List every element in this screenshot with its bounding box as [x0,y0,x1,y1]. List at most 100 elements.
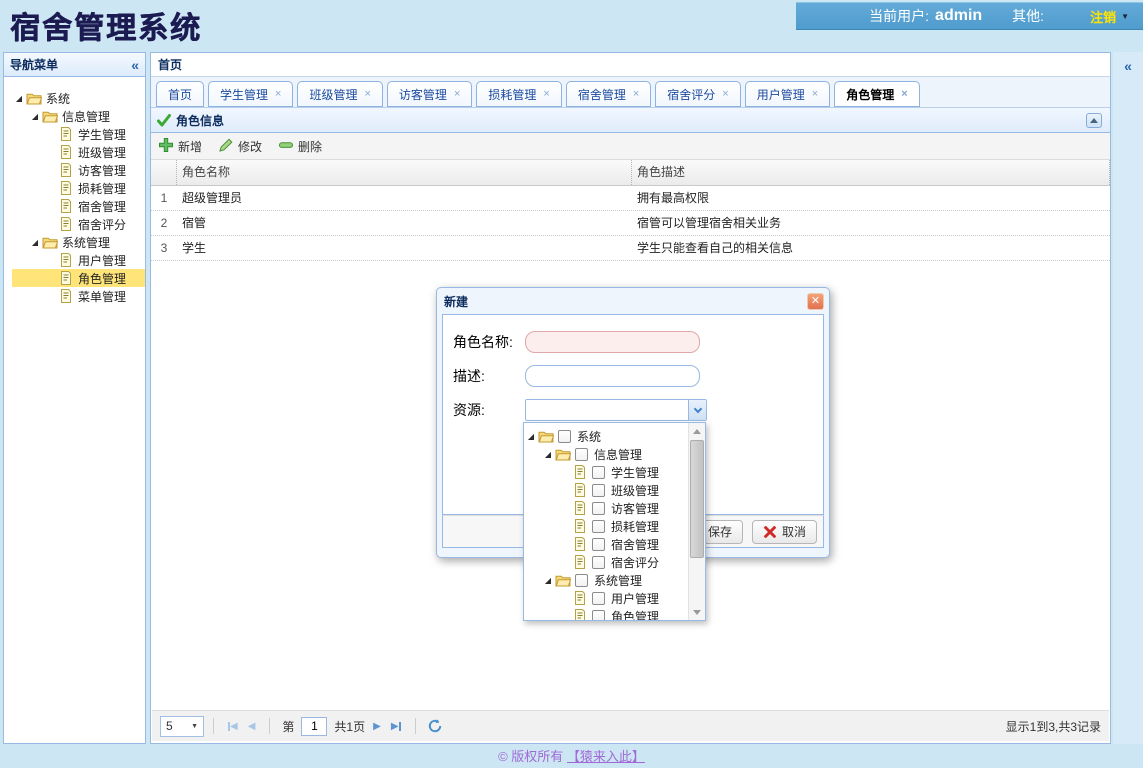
tree-node-系统[interactable]: ◢系统 [524,427,705,445]
tab-close-icon[interactable]: × [633,88,639,100]
tab-角色管理[interactable]: 角色管理 × [834,81,919,107]
cell-role-desc: 学生只能查看自己的相关信息 [632,236,1110,260]
node-checkbox[interactable] [592,466,605,479]
column-role-name[interactable]: 角色名称 [177,160,632,185]
tree-node-学生管理[interactable]: 学生管理 [12,125,145,143]
role-name-input[interactable] [525,331,700,353]
caret-expanded-icon[interactable]: ◢ [28,238,42,247]
table-row[interactable]: 1超级管理员拥有最高权限 [151,186,1110,211]
combo-arrow-icon[interactable] [688,400,706,420]
sidebar-collapse-icon[interactable]: « [131,57,139,73]
refresh-icon[interactable] [427,718,443,734]
column-role-desc[interactable]: 角色描述 [632,160,1110,185]
tree-node-损耗管理[interactable]: 损耗管理 [12,179,145,197]
node-checkbox[interactable] [592,556,605,569]
node-checkbox[interactable] [592,484,605,497]
tree-node-用户管理[interactable]: 用户管理 [524,589,705,607]
tab-close-icon[interactable]: × [901,88,907,100]
tab-首页[interactable]: 首页 [156,81,204,107]
tab-close-icon[interactable]: × [722,88,728,100]
node-checkbox[interactable] [575,574,588,587]
tree-node-角色管理[interactable]: 角色管理 [12,269,145,287]
footer-link[interactable]: 【猿来入此】 [567,749,645,764]
tab-close-icon[interactable]: × [275,88,281,100]
resource-dropdown-panel: ◢系统◢信息管理学生管理班级管理访客管理损耗管理宿舍管理宿舍评分◢系统管理用户管… [523,422,706,621]
form-row-role-name: 角色名称: [453,331,700,353]
tree-node-系统管理[interactable]: ◢系统管理 [524,571,705,589]
caret-expanded-icon[interactable]: ◢ [541,576,555,585]
doc-icon [572,590,590,606]
logout-dropdown-icon[interactable]: ▼ [1121,12,1129,21]
tab-用户管理[interactable]: 用户管理× [745,81,830,107]
tree-node-系统管理[interactable]: ◢系统管理 [12,233,145,251]
修改-button[interactable]: 修改 [218,137,262,156]
tree-node-损耗管理[interactable]: 损耗管理 [524,517,705,535]
tree-node-菜单管理[interactable]: 菜单管理 [12,287,145,305]
node-checkbox[interactable] [558,430,571,443]
node-checkbox[interactable] [592,538,605,551]
next-page-button[interactable]: ▶ [373,721,381,732]
tab-宿舍评分[interactable]: 宿舍评分× [655,81,740,107]
dialog-header[interactable]: 新建 ✕ [442,288,824,314]
page-number-input[interactable] [301,717,327,736]
tree-node-系统[interactable]: ◢ 系统 [12,89,145,107]
doc-icon [572,464,590,480]
tree-node-班级管理[interactable]: 班级管理 [12,143,145,161]
tree-node-用户管理[interactable]: 用户管理 [12,251,145,269]
tree-node-角色管理[interactable]: 角色管理 [524,607,705,621]
tab-损耗管理[interactable]: 损耗管理× [476,81,561,107]
east-collapse-icon[interactable]: « [1113,58,1143,74]
dropdown-scrollbar[interactable] [688,423,705,620]
sidebar-title: 导航菜单 [10,56,58,73]
caret-expanded-icon[interactable]: ◢ [28,112,42,121]
cancel-button[interactable]: 取消 [752,520,817,544]
tree-node-label: 系统 [44,90,70,107]
caret-expanded-icon[interactable]: ◢ [12,94,26,103]
node-checkbox[interactable] [575,448,588,461]
dialog-close-icon[interactable]: ✕ [807,293,824,310]
last-page-button[interactable]: ▶ [391,721,401,732]
description-input[interactable] [525,365,700,387]
logout-button[interactable]: 注销 [1090,7,1116,26]
first-page-button[interactable]: ◀ [228,721,238,732]
node-checkbox[interactable] [592,592,605,605]
scroll-up-icon[interactable] [689,423,705,439]
tab-close-icon[interactable]: × [543,88,549,100]
caret-expanded-icon[interactable]: ◢ [524,432,538,441]
tree-node-学生管理[interactable]: 学生管理 [524,463,705,481]
doc-icon [572,554,590,570]
tree-node-宿舍管理[interactable]: 宿舍管理 [12,197,145,215]
node-checkbox[interactable] [592,502,605,515]
table-row[interactable]: 2宿管宿管可以管理宿舍相关业务 [151,211,1110,236]
node-checkbox[interactable] [592,520,605,533]
table-row[interactable]: 3学生学生只能查看自己的相关信息 [151,236,1110,261]
page-size-select[interactable]: 5 ▼ [160,716,204,737]
tree-node-宿舍管理[interactable]: 宿舍管理 [524,535,705,553]
tree-node-信息管理[interactable]: ◢信息管理 [524,445,705,463]
tab-学生管理[interactable]: 学生管理× [208,81,293,107]
prev-page-button[interactable]: ◀ [248,721,256,732]
tree-node-宿舍评分[interactable]: 宿舍评分 [12,215,145,233]
tab-宿舍管理[interactable]: 宿舍管理× [566,81,651,107]
tab-close-icon[interactable]: × [812,88,818,100]
node-checkbox[interactable] [592,610,605,622]
resource-combobox[interactable] [525,399,707,421]
tab-班级管理[interactable]: 班级管理× [297,81,382,107]
tree-node-班级管理[interactable]: 班级管理 [524,481,705,499]
scroll-down-icon[interactable] [689,604,705,620]
tree-node-宿舍评分[interactable]: 宿舍评分 [524,553,705,571]
tree-node-访客管理[interactable]: 访客管理 [12,161,145,179]
panel-collapse-button[interactable] [1086,113,1102,128]
tab-close-icon[interactable]: × [454,88,460,100]
tree-node-访客管理[interactable]: 访客管理 [524,499,705,517]
scrollbar-thumb[interactable] [690,440,704,558]
caret-expanded-icon[interactable]: ◢ [541,450,555,459]
tab-label: 角色管理 [846,86,894,103]
cell-role-desc: 宿管可以管理宿舍相关业务 [632,211,1110,235]
form-row-resource: 资源: [453,399,707,421]
tree-node-信息管理[interactable]: ◢信息管理 [12,107,145,125]
tab-访客管理[interactable]: 访客管理× [387,81,472,107]
新增-button[interactable]: 新增 [158,137,202,156]
删除-button[interactable]: 删除 [278,137,322,156]
tab-close-icon[interactable]: × [364,88,370,100]
